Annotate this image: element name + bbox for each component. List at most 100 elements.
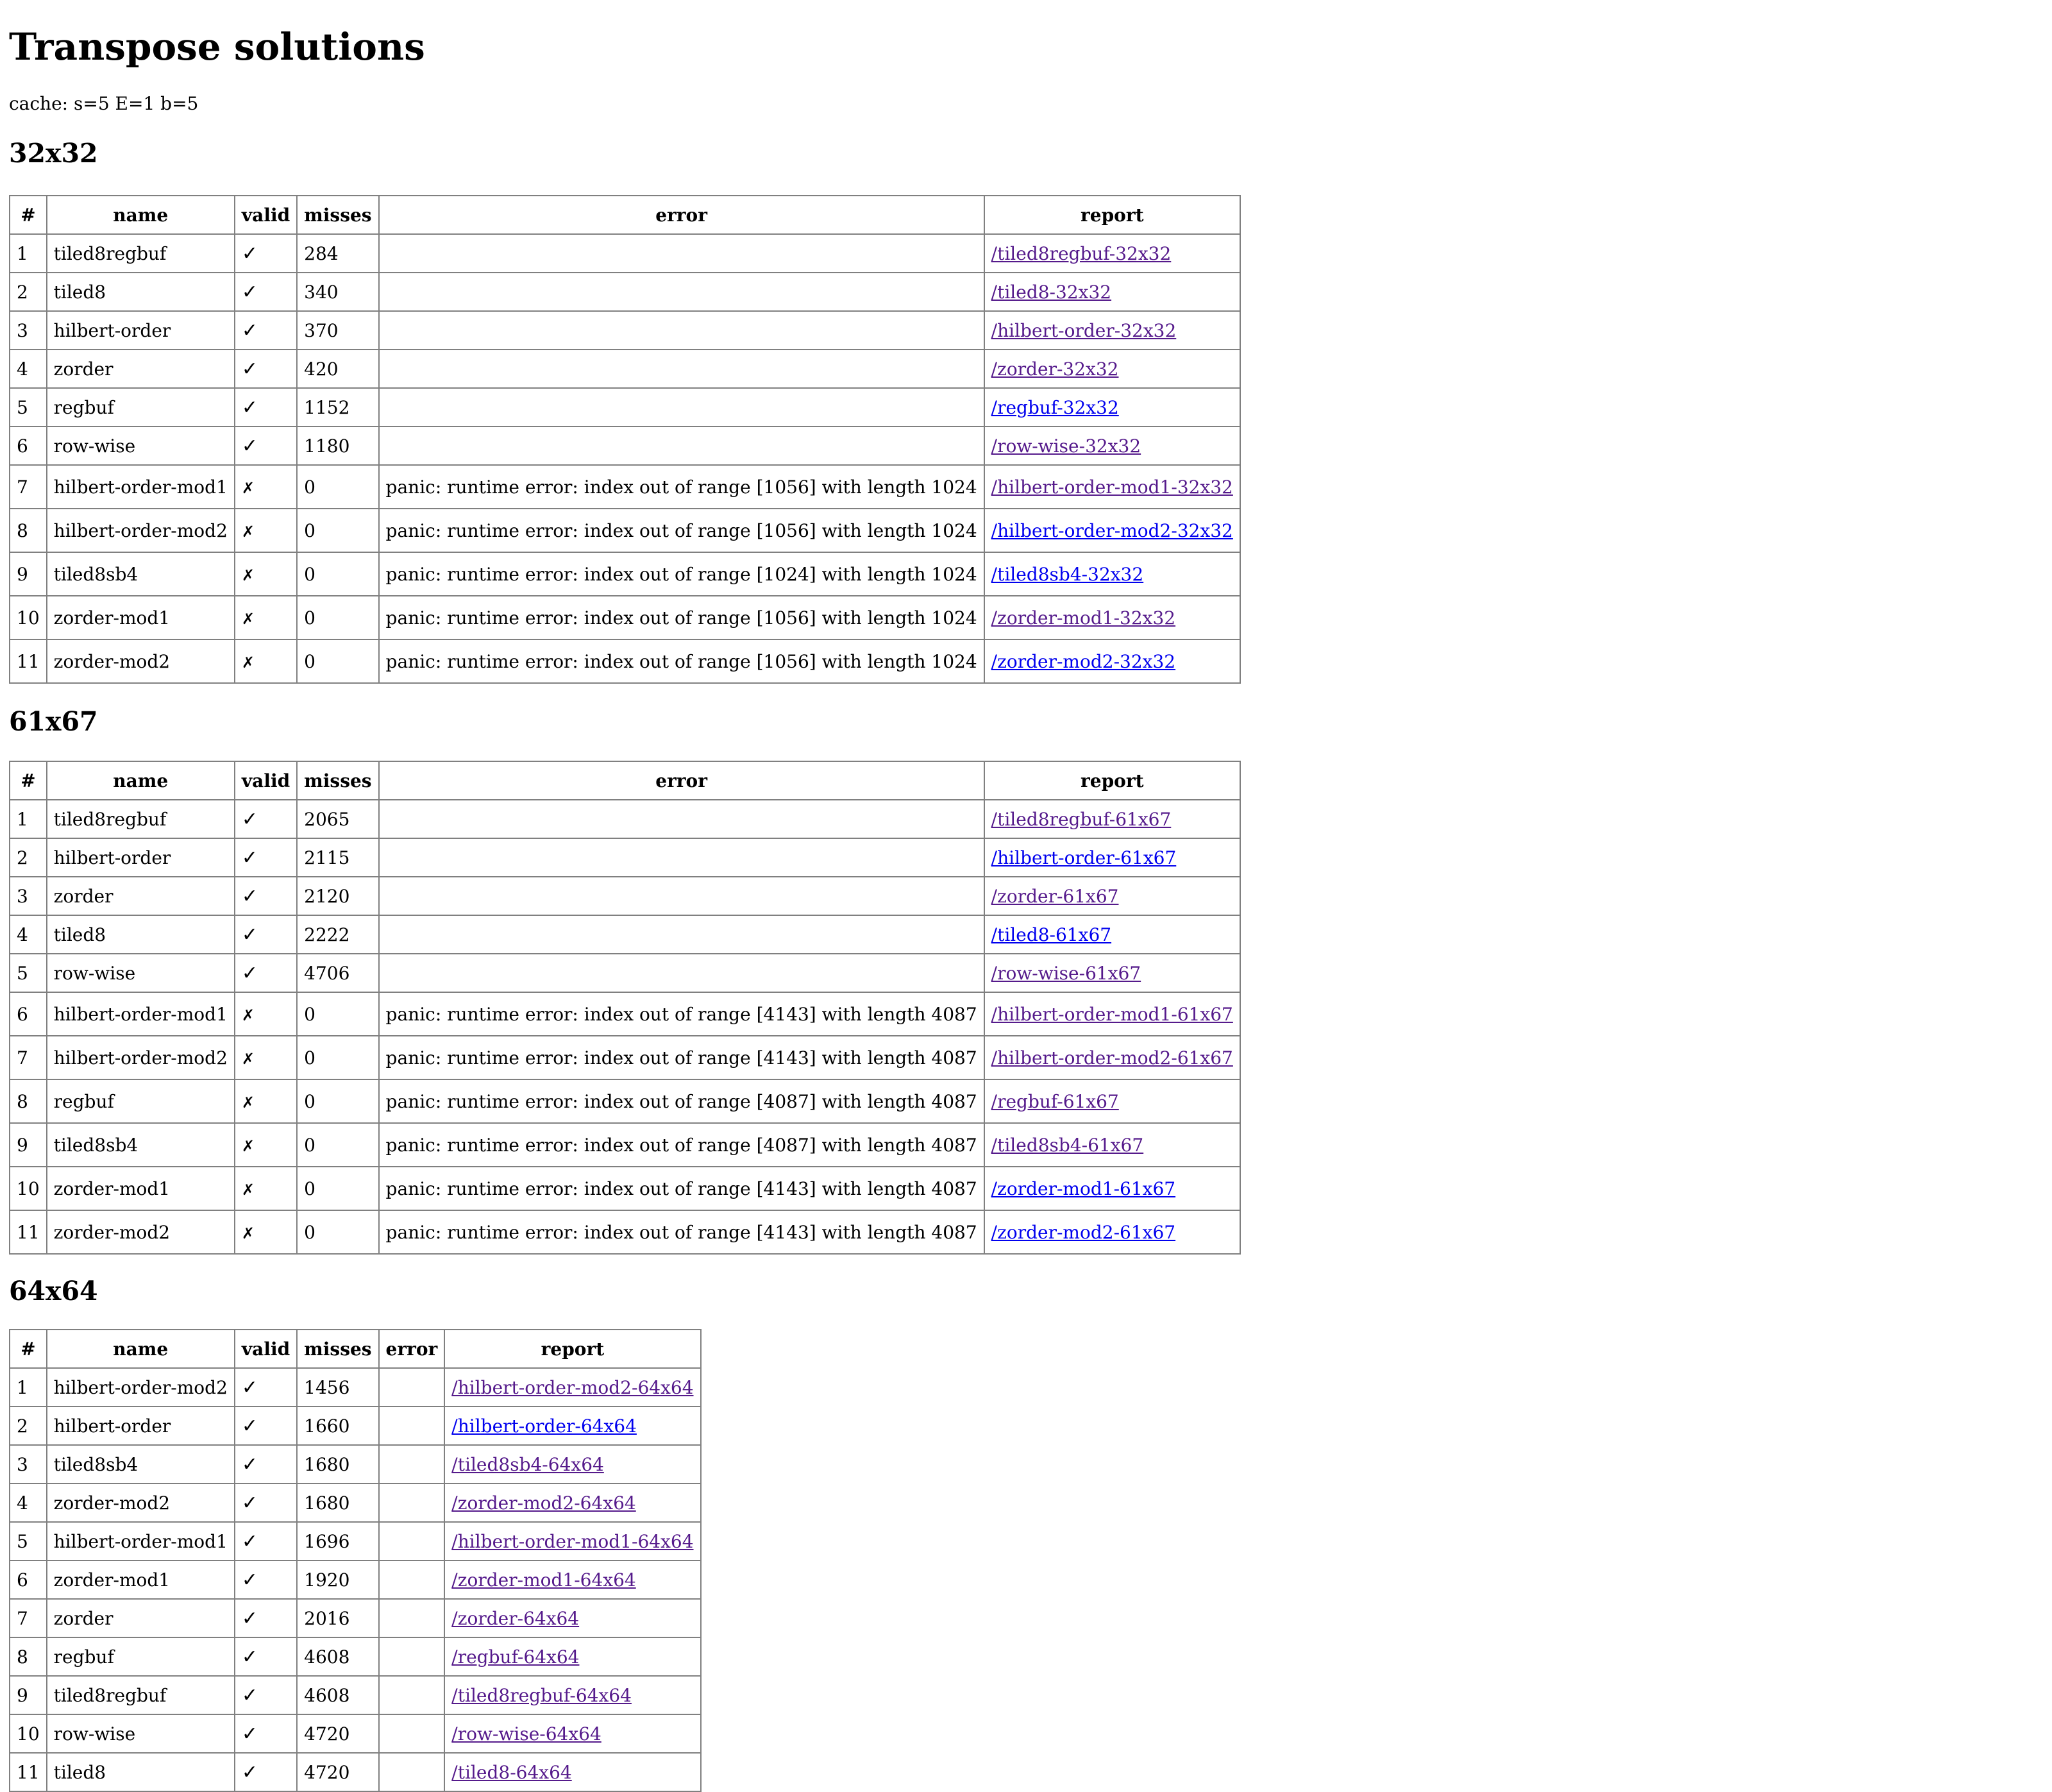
report-link[interactable]: /zorder-32x32	[991, 359, 1119, 380]
report-link[interactable]: /row-wise-32x32	[991, 435, 1141, 457]
valid-cell: ✗	[233, 464, 298, 509]
report-cell: /zorder-mod1-61x67	[983, 1166, 1241, 1211]
solution-name: zorder-mod1	[46, 1560, 235, 1600]
report-link[interactable]: /tiled8sb4-64x64	[451, 1454, 604, 1475]
check-icon: ✓	[241, 1684, 258, 1707]
valid-cell: ✓	[233, 1714, 298, 1754]
report-cell: /hilbert-order-mod2-32x32	[983, 508, 1241, 553]
table-header-row: # name valid misses error report	[9, 761, 1241, 800]
report-link[interactable]: /tiled8-32x32	[991, 282, 1111, 303]
cross-icon: ✗	[241, 478, 255, 497]
misses-count: 0	[296, 552, 380, 596]
error-message: panic: runtime error: index out of range…	[378, 1210, 985, 1255]
cross-icon: ✗	[241, 609, 255, 628]
report-link[interactable]: /zorder-mod1-64x64	[451, 1569, 635, 1591]
valid-cell: ✗	[233, 1079, 298, 1124]
solution-name: zorder-mod1	[46, 595, 235, 640]
solution-name: zorder-mod1	[46, 1166, 235, 1211]
solution-name: row-wise	[46, 426, 235, 466]
report-link[interactable]: /regbuf-64x64	[451, 1646, 579, 1668]
row-number: 6	[9, 426, 47, 466]
cross-icon: ✗	[241, 1006, 255, 1024]
row-number: 5	[9, 387, 47, 427]
misses-count: 370	[296, 310, 380, 350]
section-title-64x64: 64x64	[9, 1276, 98, 1306]
report-link[interactable]: /zorder-64x64	[451, 1608, 579, 1629]
column-header: valid	[233, 1329, 298, 1369]
check-icon: ✓	[241, 357, 258, 380]
report-link[interactable]: /tiled8-61x67	[991, 924, 1111, 945]
row-number: 1	[9, 799, 47, 839]
misses-count: 1680	[296, 1444, 380, 1484]
report-cell: /zorder-mod2-64x64	[444, 1483, 702, 1523]
row-number: 9	[9, 1122, 47, 1167]
report-link[interactable]: /hilbert-order-mod1-32x32	[991, 477, 1233, 498]
column-header: #	[9, 195, 47, 235]
error-message	[378, 1367, 446, 1407]
table-row: 4 tiled8 ✓ 2222/tiled8-61x67	[9, 915, 1241, 954]
table-row: 10 zorder-mod1 ✗ 0 panic: runtime error: ind…	[9, 1166, 1241, 1211]
error-message: panic: runtime error: index out of range…	[378, 1035, 985, 1080]
report-cell: /zorder-mod2-61x67	[983, 1210, 1241, 1255]
column-header: name	[46, 1329, 235, 1369]
error-message	[378, 310, 985, 350]
cross-icon: ✗	[241, 1137, 255, 1155]
misses-count: 0	[296, 1210, 380, 1255]
solution-name: hilbert-order-mod1	[46, 464, 235, 509]
report-link[interactable]: /hilbert-order-mod1-61x67	[991, 1004, 1233, 1025]
table-row: 9 tiled8regbuf ✓ 4608/tiled8regbuf-64x64	[9, 1675, 702, 1715]
check-icon: ✓	[241, 1376, 258, 1399]
report-link[interactable]: /hilbert-order-32x32	[991, 320, 1177, 341]
report-link[interactable]: /hilbert-order-mod1-64x64	[451, 1531, 693, 1552]
report-link[interactable]: /hilbert-order-mod2-61x67	[991, 1047, 1233, 1069]
report-link[interactable]: /tiled8regbuf-64x64	[451, 1685, 632, 1706]
report-link[interactable]: /zorder-61x67	[991, 886, 1119, 907]
error-message	[378, 349, 985, 389]
report-link[interactable]: /tiled8sb4-61x67	[991, 1135, 1144, 1156]
solution-name: hilbert-order	[46, 838, 235, 877]
valid-cell: ✓	[233, 915, 298, 954]
misses-count: 4720	[296, 1752, 380, 1792]
cross-icon: ✗	[241, 1049, 255, 1068]
report-link[interactable]: /zorder-mod1-32x32	[991, 607, 1175, 629]
error-message	[378, 1714, 446, 1754]
misses-count: 1660	[296, 1406, 380, 1446]
table-row: 11 zorder-mod2 ✗ 0 panic: runtime error: ind…	[9, 639, 1241, 684]
report-link[interactable]: /regbuf-32x32	[991, 397, 1119, 418]
table-row: 11 tiled8 ✓ 4720/tiled8-64x64	[9, 1752, 702, 1792]
column-header: misses	[296, 1329, 380, 1369]
report-link[interactable]: /zorder-mod2-64x64	[451, 1492, 635, 1514]
check-icon: ✓	[241, 846, 258, 869]
error-message	[378, 1483, 446, 1523]
error-message: panic: runtime error: index out of range…	[378, 595, 985, 640]
report-link[interactable]: /row-wise-64x64	[451, 1723, 601, 1745]
report-link[interactable]: /hilbert-order-mod2-64x64	[451, 1377, 693, 1398]
report-link[interactable]: /tiled8sb4-32x32	[991, 564, 1144, 585]
report-link[interactable]: /zorder-mod2-32x32	[991, 651, 1175, 672]
report-link[interactable]: /hilbert-order-61x67	[991, 847, 1177, 868]
report-link[interactable]: /tiled8regbuf-32x32	[991, 243, 1172, 264]
report-link[interactable]: /tiled8regbuf-61x67	[991, 809, 1172, 830]
valid-cell: ✗	[233, 1122, 298, 1167]
report-link[interactable]: /hilbert-order-64x64	[451, 1416, 637, 1437]
misses-count: 4608	[296, 1637, 380, 1677]
valid-cell: ✓	[233, 233, 298, 273]
report-link[interactable]: /row-wise-61x67	[991, 963, 1141, 984]
report-cell: /tiled8sb4-61x67	[983, 1122, 1241, 1167]
check-icon: ✓	[241, 1645, 258, 1668]
solution-name: row-wise	[46, 953, 235, 993]
report-link[interactable]: /tiled8-64x64	[451, 1762, 571, 1783]
report-cell: /tiled8-32x32	[983, 272, 1241, 312]
valid-cell: ✗	[233, 595, 298, 640]
misses-count: 4720	[296, 1714, 380, 1754]
report-link[interactable]: /hilbert-order-mod2-32x32	[991, 520, 1233, 541]
solution-name: zorder	[46, 876, 235, 916]
report-cell: /zorder-32x32	[983, 349, 1241, 389]
report-cell: /hilbert-order-61x67	[983, 838, 1241, 877]
report-link[interactable]: /zorder-mod2-61x67	[991, 1222, 1175, 1243]
misses-count: 4608	[296, 1675, 380, 1715]
report-link[interactable]: /regbuf-61x67	[991, 1091, 1119, 1112]
error-message	[378, 876, 985, 916]
table-row: 6 hilbert-order-mod1 ✗ 0 panic: runtime erro…	[9, 992, 1241, 1036]
report-link[interactable]: /zorder-mod1-61x67	[991, 1178, 1175, 1199]
